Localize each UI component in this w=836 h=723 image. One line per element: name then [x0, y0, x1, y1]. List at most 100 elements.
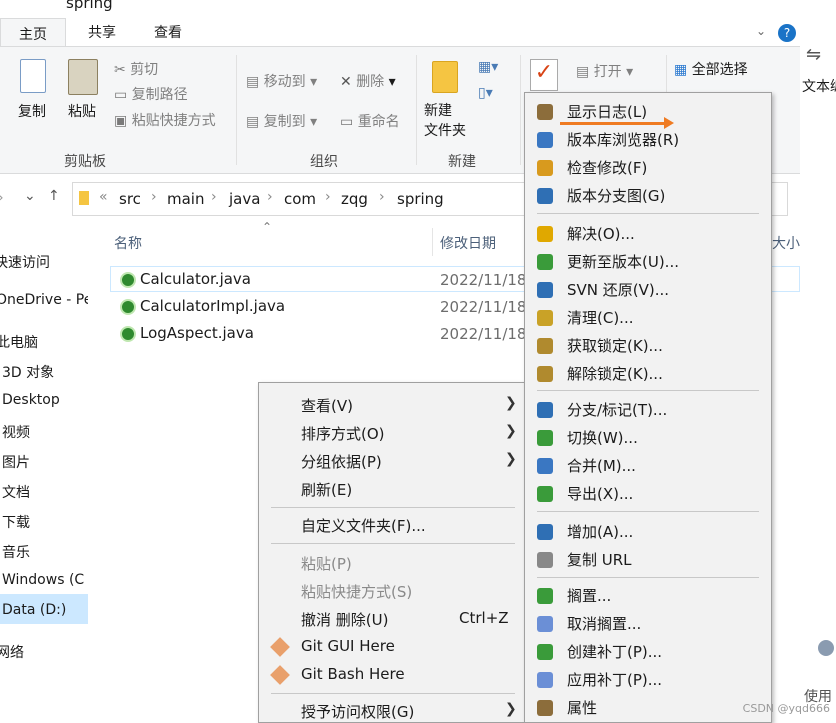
select-all-button[interactable]: ▦ 全部选择 — [674, 59, 748, 79]
svn-menu-label: 获取锁定(K)... — [567, 337, 663, 355]
overflow-chevron[interactable]: « — [99, 189, 108, 205]
paste-button[interactable]: 粘贴 — [66, 57, 102, 127]
file-name: CalculatorImpl.java — [140, 297, 286, 315]
breadcrumb-separator: › — [211, 189, 217, 205]
nav-item-quick-access[interactable]: 快速访问 — [0, 252, 50, 272]
shortcut-icon: ▣ — [114, 113, 128, 129]
copy-url-icon — [537, 552, 553, 568]
breadcrumb-separator: › — [379, 189, 385, 205]
breadcrumb-java[interactable]: java — [229, 190, 260, 208]
tab-share[interactable]: 共享 — [88, 22, 116, 42]
svn-menu-label: 创建补丁(P)... — [567, 643, 663, 661]
column-divider — [432, 228, 433, 256]
pin-icon[interactable] — [818, 640, 834, 656]
folder-icon — [79, 191, 89, 205]
git-icon — [270, 637, 290, 657]
copy-to-icon: ▤ — [246, 114, 260, 130]
nav-item-network[interactable]: 网络 — [0, 642, 24, 662]
ribbon-divider — [416, 55, 417, 165]
properties-icon — [537, 700, 553, 716]
breadcrumb-main[interactable]: main — [167, 190, 204, 208]
window-title: spring — [66, 0, 113, 12]
breadcrumb-src[interactable]: src — [119, 190, 141, 208]
svn-menu-label: 版本库浏览器(R) — [567, 131, 680, 149]
svn-menu-label: 合并(M)... — [567, 457, 636, 475]
svn-menu-label: 复制 URL — [567, 551, 632, 569]
svn-menu-label: 取消搁置... — [567, 615, 642, 633]
breadcrumb-zqg[interactable]: zqg — [341, 190, 368, 208]
chevron-down-icon[interactable]: ⌄ — [756, 24, 766, 38]
nav-item-this-pc[interactable]: 此电脑 — [0, 332, 38, 352]
open-icon: ▤ — [576, 64, 590, 80]
copy-button[interactable]: 复制 — [16, 57, 52, 127]
check-modifications-icon — [537, 160, 553, 176]
sort-up-icon: ⌃ — [262, 220, 273, 234]
back-icon[interactable]: › — [0, 190, 4, 206]
unlock-icon — [537, 366, 553, 382]
column-header-name[interactable]: 名称 — [114, 233, 142, 253]
help-icon[interactable]: ? — [778, 24, 796, 42]
up-arrow-icon[interactable]: ↑ — [48, 188, 60, 204]
export-icon — [537, 486, 553, 502]
svn-menu-label: 解决(O)... — [567, 225, 635, 243]
nav-item-desktop[interactable]: Desktop — [2, 392, 60, 408]
chevron-right-icon: ❯ — [505, 451, 517, 467]
nav-item-downloads[interactable]: 下载 — [2, 512, 30, 532]
chevron-down-icon[interactable]: ⌄ — [24, 188, 36, 204]
nav-item-videos[interactable]: 视频 — [2, 422, 30, 442]
new-group-label: 新建 — [448, 154, 476, 170]
cut-button[interactable]: ✂ 剪切 — [114, 59, 158, 79]
swap-icon[interactable]: ⇋ — [806, 44, 821, 65]
cleanup-icon — [537, 310, 553, 326]
move-to-button[interactable]: ▤ 移动到 ▾ — [246, 71, 317, 91]
paste-shortcut-button[interactable]: ▣ 粘贴快捷方式 — [114, 110, 216, 130]
create-patch-icon — [537, 644, 553, 660]
copy-to-button[interactable]: ▤ 复制到 ▾ — [246, 111, 317, 131]
nav-item-music[interactable]: 音乐 — [2, 542, 30, 562]
svn-menu-label: 应用补丁(P)... — [567, 671, 663, 689]
shortcut-text: Ctrl+Z — [459, 609, 509, 627]
table-row[interactable]: LogAspect.java — [120, 324, 254, 342]
right-panel: ⇋ 文本编 使用 — [800, 0, 836, 723]
new-folder-button[interactable]: 新建 文件夹 — [424, 57, 472, 147]
nav-item-3d-objects[interactable]: 3D 对象 — [2, 362, 54, 382]
menu-separator — [537, 511, 759, 512]
title-bar: spring — [0, 0, 836, 14]
navigation-pane: 快速访问 OneDrive - Pe 此电脑 3D 对象 Desktop 视频 … — [0, 220, 92, 723]
rename-icon: ▭ — [340, 114, 354, 130]
clipboard-group-label: 剪贴板 — [64, 154, 106, 170]
column-header-date[interactable]: 修改日期 — [440, 233, 496, 253]
svn-menu-label: 清理(C)... — [567, 309, 634, 327]
nav-item-data-d[interactable]: Data (D:) — [2, 602, 66, 618]
svn-menu-label: 导出(X)... — [567, 485, 634, 503]
svn-menu-label: 分支/标记(T)... — [567, 401, 668, 419]
menu-separator — [537, 577, 759, 578]
orange-arrowhead — [664, 117, 674, 129]
rename-button[interactable]: ▭ 重命名 — [340, 111, 400, 131]
svn-menu-label: 属性 — [567, 699, 598, 717]
nav-item-onedrive[interactable]: OneDrive - Pe — [0, 292, 92, 308]
properties-check-icon[interactable]: ✓ — [530, 59, 558, 91]
breadcrumb-separator: › — [325, 189, 331, 205]
paste-icon — [68, 59, 98, 95]
delete-button[interactable]: ✕ 删除 ▾ — [340, 71, 396, 91]
open-button[interactable]: ▤ 打开 ▾ — [576, 61, 633, 81]
column-header-size[interactable]: 大小 — [772, 233, 800, 253]
select-all-icon: ▦ — [674, 62, 688, 78]
copy-path-button[interactable]: ▭ 复制路径 — [114, 84, 188, 104]
nav-item-pictures[interactable]: 图片 — [2, 452, 30, 472]
nav-item-documents[interactable]: 文档 — [2, 482, 30, 502]
tab-view[interactable]: 查看 — [154, 22, 182, 42]
ribbon-divider — [236, 55, 237, 165]
breadcrumb-com[interactable]: com — [284, 190, 316, 208]
breadcrumb-spring[interactable]: spring — [397, 190, 444, 208]
file-date: 2022/11/18 — [440, 271, 527, 289]
easy-access-icon[interactable]: ▯▾ — [478, 85, 493, 101]
organize-group-label: 组织 — [310, 154, 338, 170]
table-row[interactable]: CalculatorImpl.java — [120, 297, 286, 315]
nav-item-windows-c[interactable]: Windows (C — [2, 572, 84, 588]
delete-icon: ✕ — [340, 74, 352, 90]
table-row[interactable]: Calculator.java — [120, 270, 251, 288]
new-item-icon[interactable]: ▦▾ — [478, 59, 498, 75]
svn-menu-label: 检查修改(F) — [567, 159, 648, 177]
